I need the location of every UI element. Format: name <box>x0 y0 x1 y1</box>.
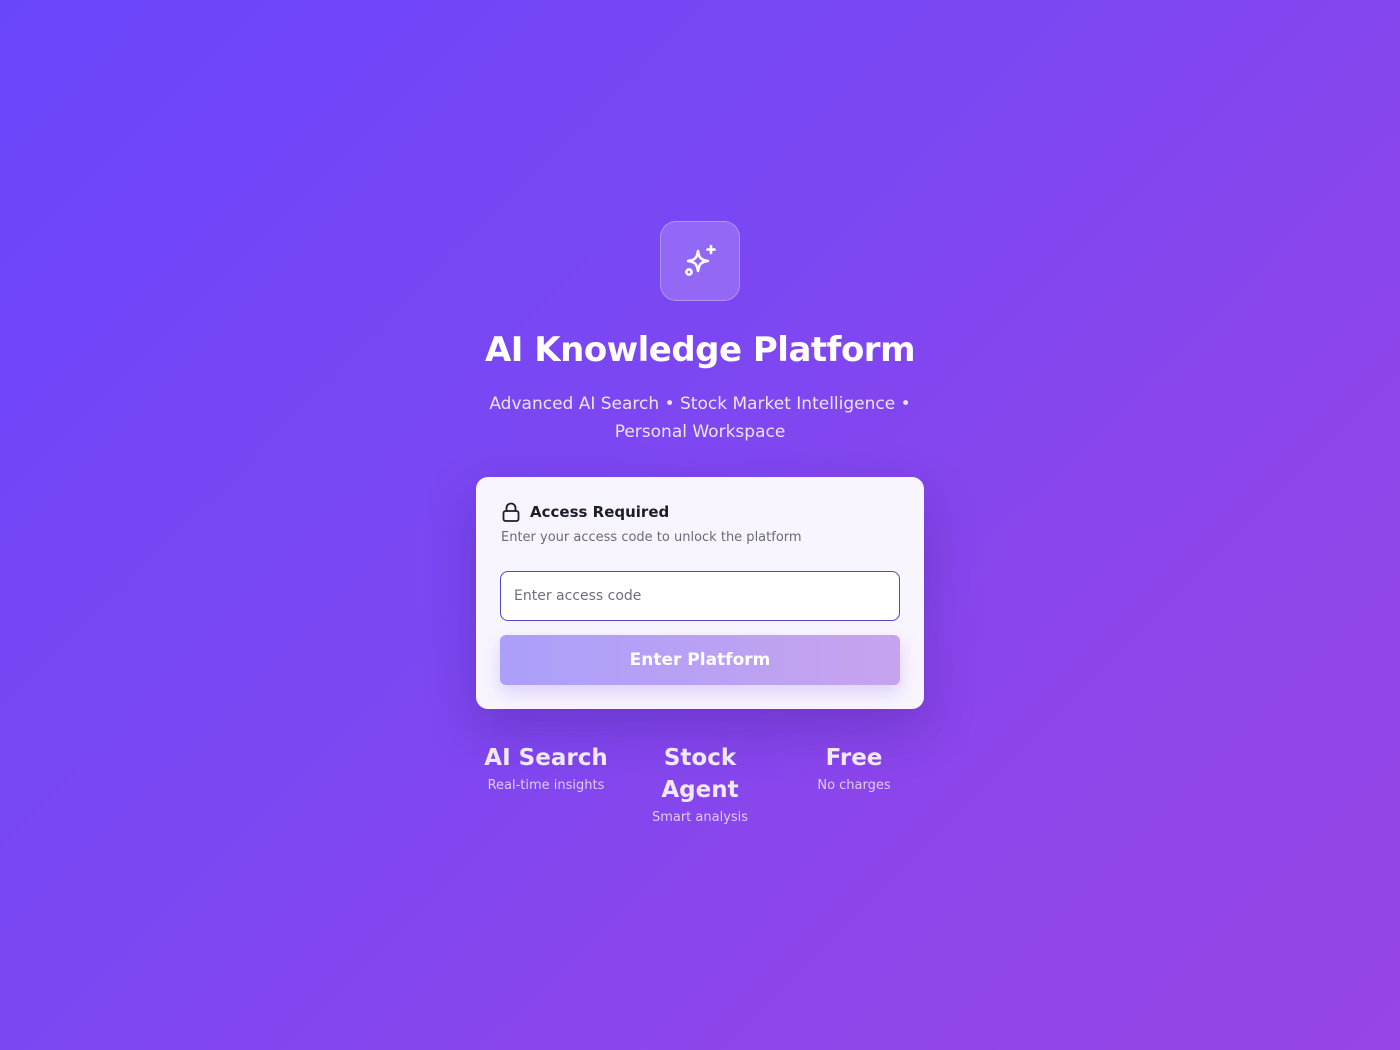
access-card: Access Required Enter your access code t… <box>476 477 924 709</box>
feature-item: Free No charges <box>784 742 924 825</box>
feature-item: AI Search Real-time insights <box>476 742 616 825</box>
feature-item: Stock Agent Smart analysis <box>630 742 770 825</box>
page-subtitle: Advanced AI Search • Stock Market Intell… <box>489 394 911 442</box>
page-title: AI Knowledge Platform <box>484 330 916 370</box>
enter-platform-button[interactable]: Enter Platform <box>500 635 900 685</box>
feature-title: Stock Agent <box>661 745 739 803</box>
brand-logo <box>660 221 740 301</box>
access-code-input[interactable] <box>500 571 900 621</box>
sparkles-icon <box>685 244 716 276</box>
feature-list: AI Search Real-time insights Stock Agent… <box>476 742 924 825</box>
login-screen: AI Knowledge Platform Advanced AI Search… <box>0 0 1400 1050</box>
lock-icon <box>502 502 520 522</box>
access-card-description: Enter your access code to unlock the pla… <box>501 530 802 545</box>
feature-subtitle: No charges <box>817 778 891 793</box>
feature-subtitle: Smart analysis <box>651 810 749 825</box>
feature-subtitle: Real-time insights <box>487 778 605 793</box>
access-card-header: Access Required <box>500 501 669 523</box>
feature-title: Free <box>825 745 883 771</box>
access-card-title: Access Required <box>530 503 670 521</box>
feature-title: AI Search <box>484 745 608 771</box>
